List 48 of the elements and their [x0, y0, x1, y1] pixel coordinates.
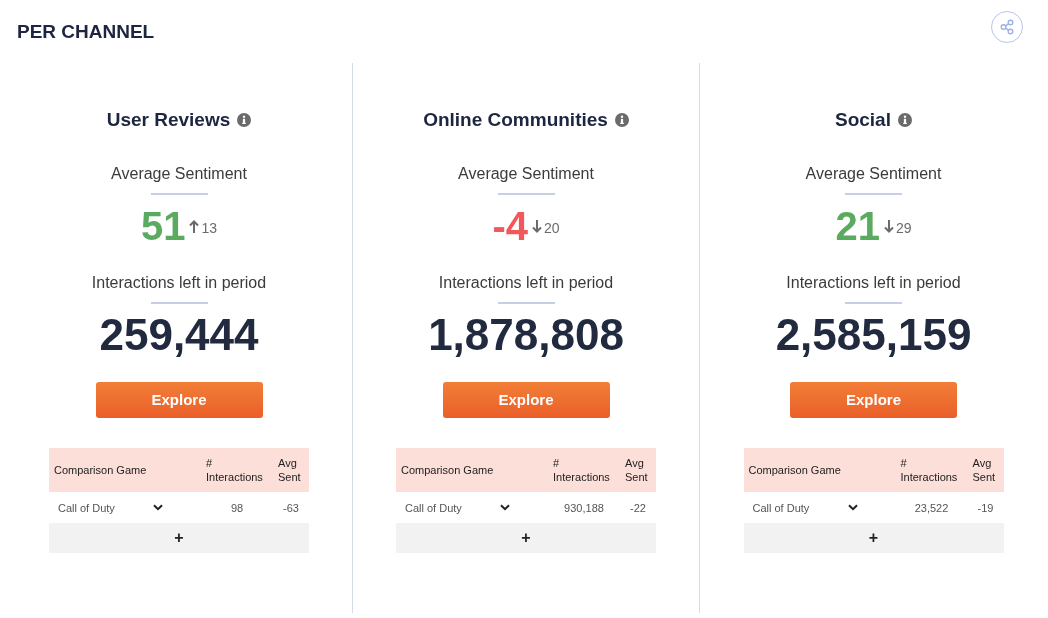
add-row-button[interactable]: + — [396, 523, 656, 553]
table-cell-text: 23,522 — [913, 500, 950, 515]
game-dropdown[interactable]: Call of Duty — [405, 500, 510, 515]
change-value: 29 — [895, 218, 912, 237]
section-title: PER CHANNEL — [17, 20, 155, 44]
change-value: 20 — [544, 218, 560, 237]
share-button[interactable] — [991, 11, 1023, 43]
sentiment-value: 51 — [140, 204, 186, 248]
channel-title: Social — [835, 108, 891, 132]
column-header: Comparison Game — [53, 463, 148, 477]
interactions-value: 2,585,159 — [775, 311, 972, 359]
info-icon — [614, 113, 629, 127]
sentiment-value: 21 — [835, 204, 880, 248]
table-cell-text: -22 — [629, 500, 647, 515]
column-header: # Interactions — [552, 456, 611, 484]
add-row-button[interactable]: + — [49, 523, 309, 553]
column-header: Avg Sent — [277, 456, 302, 484]
metric-label: Average Sentiment — [805, 164, 942, 184]
column-header: Avg Sent — [971, 456, 997, 484]
table-cell-text: -63 — [282, 500, 300, 515]
metric-label: Interactions left in period — [91, 273, 267, 293]
channel-title: User Reviews — [106, 108, 231, 132]
interactions-value: 1,878,808 — [428, 311, 624, 359]
game-dropdown[interactable]: Call of Duty — [58, 500, 163, 515]
column-header: # Interactions — [205, 456, 264, 484]
interactions-value: 259,444 — [99, 311, 259, 359]
table-cell-text: 98 — [229, 500, 245, 515]
game-dropdown[interactable]: Call of Duty — [752, 500, 858, 515]
chevron-down-icon — [153, 504, 163, 511]
column-header: # Interactions — [899, 456, 959, 484]
column-header: Avg Sent — [624, 456, 649, 484]
metric-label: Average Sentiment — [458, 164, 594, 184]
table-cell-text: 930,188 — [563, 500, 605, 515]
column-header: Comparison Game — [747, 463, 842, 477]
chevron-down-icon — [847, 504, 858, 511]
column-header: Comparison Game — [400, 463, 495, 477]
metric-label: Average Sentiment — [111, 164, 247, 184]
metric-label: Interactions left in period — [786, 273, 961, 293]
add-row-button[interactable]: + — [743, 523, 1004, 553]
change-value: 13 — [201, 218, 218, 237]
sentiment-value: -4 — [492, 204, 528, 248]
metric-label: Interactions left in period — [438, 273, 614, 293]
chevron-down-icon — [500, 504, 510, 511]
info-icon — [237, 113, 252, 127]
share-icon — [999, 19, 1015, 35]
channel-title: Online Communities — [423, 108, 608, 132]
info-icon — [898, 113, 912, 127]
table-cell-text: -19 — [976, 500, 995, 515]
